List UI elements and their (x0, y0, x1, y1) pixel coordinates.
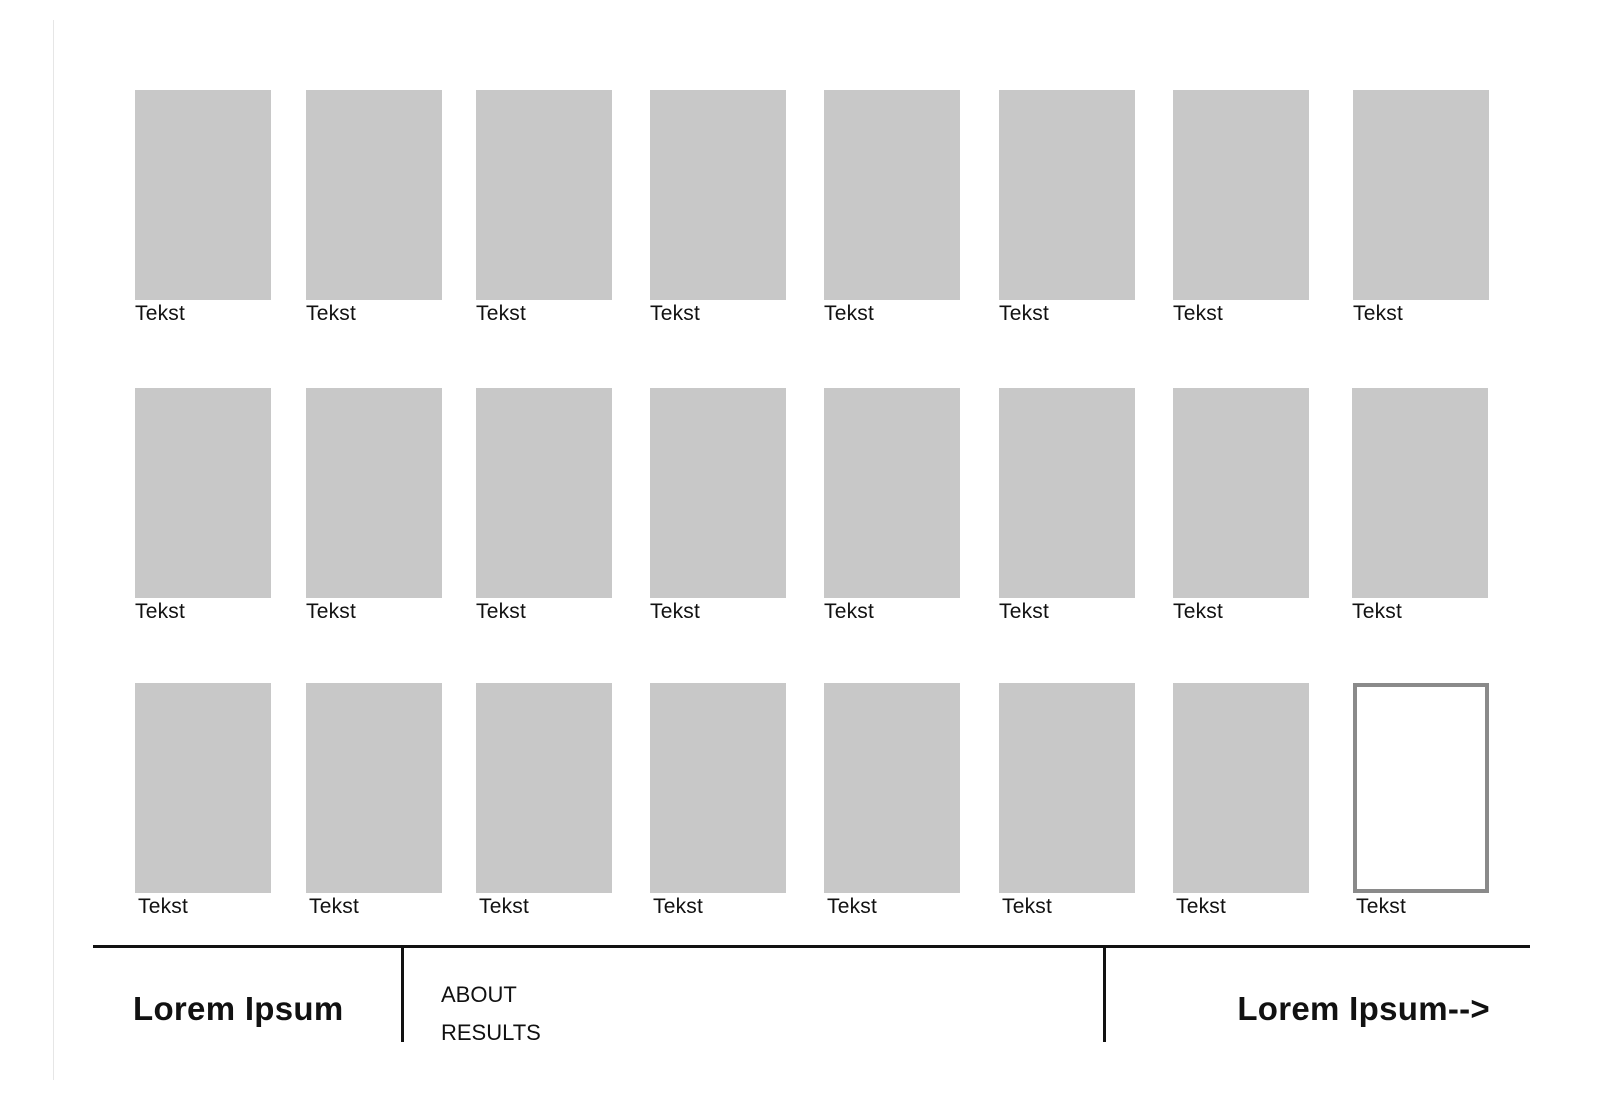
grid-tile[interactable]: Tekst (824, 683, 960, 919)
grid-tile[interactable]: Tekst (650, 90, 786, 326)
thumbnail-placeholder[interactable] (135, 683, 271, 893)
tile-caption: Tekst (1002, 895, 1053, 918)
thumbnail-placeholder[interactable] (824, 388, 960, 598)
grid-tile[interactable]: Tekst (306, 90, 442, 326)
tile-caption: Tekst (135, 302, 186, 325)
grid-tile[interactable]: Tekst (1352, 388, 1488, 624)
thumbnail-placeholder[interactable] (1173, 388, 1309, 598)
thumbnail-placeholder[interactable] (306, 90, 442, 300)
thumbnail-placeholder[interactable] (999, 388, 1135, 598)
tile-caption: Tekst (824, 302, 875, 325)
tile-caption: Tekst (309, 895, 360, 918)
thumbnail-placeholder[interactable] (999, 683, 1135, 893)
grid-tile-selected[interactable]: Tekst (1353, 683, 1489, 919)
grid-tile[interactable]: Tekst (1353, 90, 1489, 326)
tile-caption: Tekst (479, 895, 530, 918)
grid-tile[interactable]: Tekst (306, 683, 442, 919)
tile-caption: Tekst (306, 600, 357, 623)
thumbnail-placeholder[interactable] (1352, 388, 1488, 598)
tile-caption: Tekst (650, 302, 701, 325)
thumbnail-placeholder[interactable] (135, 90, 271, 300)
footer-divider (401, 948, 404, 1042)
grid-tile[interactable]: Tekst (476, 388, 612, 624)
thumbnail-placeholder[interactable] (1173, 683, 1309, 893)
footer-bar: Lorem Ipsum ABOUT RESULTS Lorem Ipsum--> (93, 945, 1530, 1048)
grid-tile[interactable]: Tekst (999, 388, 1135, 624)
tile-caption: Tekst (1356, 895, 1407, 918)
thumbnail-placeholder[interactable] (476, 90, 612, 300)
grid-tile[interactable]: Tekst (1173, 90, 1309, 326)
thumbnail-grid: Tekst Tekst Tekst Tekst Tekst Tekst Teks… (0, 0, 1616, 930)
tile-caption: Tekst (135, 600, 186, 623)
thumbnail-placeholder[interactable] (135, 388, 271, 598)
nav-link-results[interactable]: RESULTS (441, 1014, 541, 1052)
grid-tile[interactable]: Tekst (650, 683, 786, 919)
grid-tile[interactable]: Tekst (476, 90, 612, 326)
grid-tile[interactable]: Tekst (135, 388, 271, 624)
grid-tile[interactable]: Tekst (999, 90, 1135, 326)
grid-tile[interactable]: Tekst (1173, 388, 1309, 624)
thumbnail-placeholder[interactable] (306, 683, 442, 893)
thumbnail-placeholder[interactable] (650, 388, 786, 598)
tile-caption: Tekst (306, 302, 357, 325)
tile-caption: Tekst (138, 895, 189, 918)
thumbnail-placeholder[interactable] (1173, 90, 1309, 300)
footer-divider (1103, 948, 1106, 1042)
tile-caption: Tekst (1173, 302, 1224, 325)
tile-caption: Tekst (1352, 600, 1403, 623)
thumbnail-placeholder[interactable] (476, 683, 612, 893)
thumbnail-placeholder[interactable] (476, 388, 612, 598)
grid-tile[interactable]: Tekst (999, 683, 1135, 919)
footer-nav: ABOUT RESULTS (441, 976, 541, 1052)
tile-caption: Tekst (653, 895, 704, 918)
grid-tile[interactable]: Tekst (135, 90, 271, 326)
thumbnail-placeholder[interactable] (824, 90, 960, 300)
tile-caption: Tekst (999, 600, 1050, 623)
tile-caption: Tekst (1353, 302, 1404, 325)
thumbnail-placeholder[interactable] (306, 388, 442, 598)
tile-caption: Tekst (650, 600, 701, 623)
next-link[interactable]: Lorem Ipsum--> (1237, 990, 1490, 1028)
tile-caption: Tekst (824, 600, 875, 623)
grid-tile[interactable]: Tekst (824, 90, 960, 326)
tile-caption: Tekst (999, 302, 1050, 325)
thumbnail-placeholder[interactable] (650, 683, 786, 893)
grid-tile[interactable]: Tekst (476, 683, 612, 919)
tile-caption: Tekst (476, 600, 527, 623)
tile-caption: Tekst (827, 895, 878, 918)
thumbnail-placeholder[interactable] (999, 90, 1135, 300)
footer-brand: Lorem Ipsum (133, 990, 344, 1027)
tile-caption: Tekst (1173, 600, 1224, 623)
grid-tile[interactable]: Tekst (650, 388, 786, 624)
grid-tile[interactable]: Tekst (1173, 683, 1309, 919)
thumbnail-outlined-placeholder[interactable] (1353, 683, 1489, 893)
grid-tile[interactable]: Tekst (824, 388, 960, 624)
thumbnail-placeholder[interactable] (824, 683, 960, 893)
tile-caption: Tekst (476, 302, 527, 325)
grid-tile[interactable]: Tekst (306, 388, 442, 624)
nav-link-about[interactable]: ABOUT (441, 976, 541, 1014)
grid-tile[interactable]: Tekst (135, 683, 271, 919)
tile-caption: Tekst (1176, 895, 1227, 918)
thumbnail-placeholder[interactable] (650, 90, 786, 300)
thumbnail-placeholder[interactable] (1353, 90, 1489, 300)
